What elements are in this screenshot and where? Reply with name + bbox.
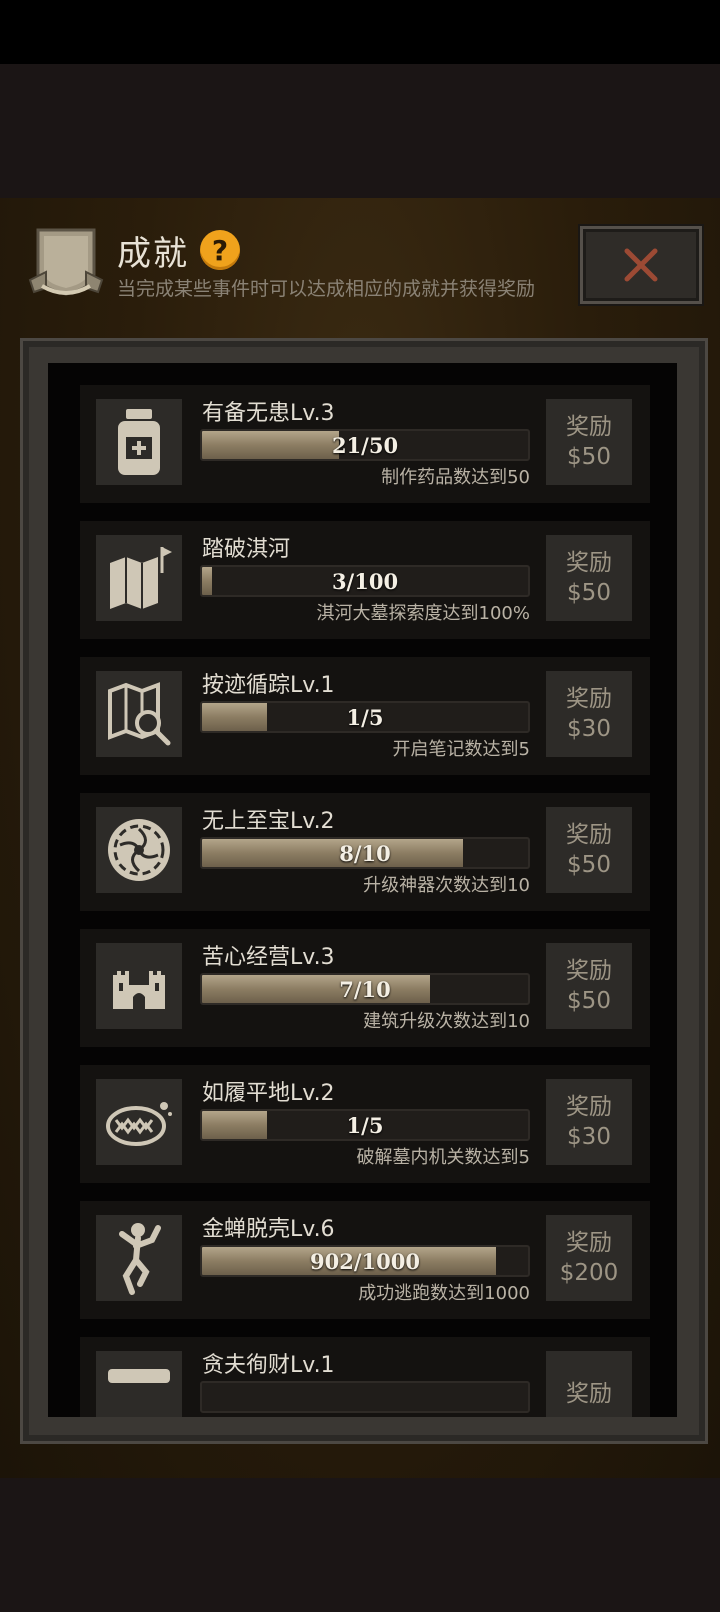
achievement-name: 贪夫徇财Lv.1 xyxy=(202,1353,335,1378)
achievement-list-frame: 有备无患Lv.3 21/50 制作药品数达到50 奖励 $50 踏破淇河 3/1… xyxy=(20,338,708,1444)
reward-button[interactable]: 奖励 $200 xyxy=(546,1215,632,1301)
progress-bar: 7/10 xyxy=(200,973,530,1005)
achievement-card: 有备无患Lv.3 21/50 制作药品数达到50 奖励 $50 xyxy=(80,385,650,503)
reward-button[interactable]: 奖励 $50 xyxy=(546,943,632,1029)
chest-icon xyxy=(96,1351,182,1417)
trap-icon xyxy=(96,1079,182,1165)
progress-bar: 3/100 xyxy=(200,565,530,597)
achievement-name: 金蝉脱壳Lv.6 xyxy=(202,1217,335,1242)
achievement-description: 制作药品数达到50 xyxy=(381,467,530,488)
dim-overlay-bottom[interactable] xyxy=(0,1478,720,1612)
reward-label: 奖励 xyxy=(566,1230,612,1256)
progress-text: 1/5 xyxy=(346,704,384,730)
running-figure-icon xyxy=(96,1215,182,1301)
achievement-card: 按迹循踪Lv.1 1/5 开启笔记数达到5 奖励 $30 xyxy=(80,657,650,775)
reward-value: $200 xyxy=(559,1260,619,1286)
progress-bar xyxy=(200,1381,530,1413)
ornament-disc-icon xyxy=(96,807,182,893)
reward-value: $50 xyxy=(567,580,611,606)
achievement-list[interactable]: 有备无患Lv.3 21/50 制作药品数达到50 奖励 $50 踏破淇河 3/1… xyxy=(48,363,677,1417)
achievement-description: 开启笔记数达到5 xyxy=(392,739,530,760)
achievement-name: 苦心经营Lv.3 xyxy=(202,945,335,970)
achievement-card: 苦心经营Lv.3 7/10 建筑升级次数达到10 奖励 $50 xyxy=(80,929,650,1047)
achievement-name: 有备无患Lv.3 xyxy=(202,401,335,426)
progress-text xyxy=(202,1383,528,1411)
achievement-description: 成功逃跑数达到1000 xyxy=(358,1283,530,1304)
reward-label: 奖励 xyxy=(566,822,612,848)
reward-button[interactable]: 奖励 $30 xyxy=(546,671,632,757)
achievement-card: 踏破淇河 3/100 淇河大墓探索度达到100% 奖励 $50 xyxy=(80,521,650,639)
progress-bar: 21/50 xyxy=(200,429,530,461)
reward-label: 奖励 xyxy=(566,1094,612,1120)
status-bar xyxy=(0,0,720,64)
page-title: 成就 xyxy=(117,234,189,274)
achievement-description: 建筑升级次数达到10 xyxy=(363,1011,530,1032)
progress-bar: 1/5 xyxy=(200,1109,530,1141)
achievement-card: 金蝉脱壳Lv.6 902/1000 成功逃跑数达到1000 奖励 $200 xyxy=(80,1201,650,1319)
reward-label: 奖励 xyxy=(566,1381,612,1407)
progress-text: 3/100 xyxy=(331,568,399,594)
progress-bar: 902/1000 xyxy=(200,1245,530,1277)
medicine-bottle-icon xyxy=(96,399,182,485)
reward-value: $30 xyxy=(567,1124,611,1150)
reward-label: 奖励 xyxy=(566,550,612,576)
reward-value: $30 xyxy=(567,716,611,742)
progress-bar: 8/10 xyxy=(200,837,530,869)
achievement-description: 升级神器次数达到10 xyxy=(363,875,530,896)
castle-icon xyxy=(96,943,182,1029)
map-search-icon xyxy=(96,671,182,757)
close-button[interactable] xyxy=(580,226,702,304)
reward-value: $50 xyxy=(567,444,611,470)
reward-value: $50 xyxy=(567,988,611,1014)
achievement-name: 无上至宝Lv.2 xyxy=(202,809,335,834)
reward-label: 奖励 xyxy=(566,686,612,712)
progress-text: 21/50 xyxy=(331,432,399,458)
page-subtitle: 当完成某些事件时可以达成相应的成就并获得奖励 xyxy=(117,278,536,300)
achievement-description: 淇河大墓探索度达到100% xyxy=(316,603,530,624)
reward-button[interactable]: 奖励 $30 xyxy=(546,1079,632,1165)
progress-text: 1/5 xyxy=(346,1112,384,1138)
reward-button[interactable]: 奖励 $50 xyxy=(546,535,632,621)
reward-button[interactable]: 奖励 $50 xyxy=(546,807,632,893)
reward-label: 奖励 xyxy=(566,414,612,440)
map-flag-icon xyxy=(96,535,182,621)
achievement-card: 无上至宝Lv.2 8/10 升级神器次数达到10 奖励 $50 xyxy=(80,793,650,911)
dim-overlay-top[interactable] xyxy=(0,64,720,198)
achievement-name: 踏破淇河 xyxy=(202,537,291,562)
achievement-name: 按迹循踪Lv.1 xyxy=(202,673,335,698)
achievement-card: 贪夫徇财Lv.1 奖励 xyxy=(80,1337,650,1417)
reward-button[interactable]: 奖励 $50 xyxy=(546,399,632,485)
progress-text: 8/10 xyxy=(339,840,391,866)
reward-button[interactable]: 奖励 xyxy=(546,1351,632,1417)
progress-text: 7/10 xyxy=(339,976,391,1002)
reward-value: $50 xyxy=(567,852,611,878)
achievements-panel: 成就 ? 当完成某些事件时可以达成相应的成就并获得奖励 有备无患Lv.3 21/… xyxy=(0,198,720,1478)
close-icon xyxy=(624,248,658,282)
achievement-card: 如履平地Lv.2 1/5 破解墓内机关数达到5 奖励 $30 xyxy=(80,1065,650,1183)
progress-text: 902/1000 xyxy=(310,1248,420,1274)
progress-bar: 1/5 xyxy=(200,701,530,733)
help-icon[interactable]: ? xyxy=(200,230,240,270)
achievement-name: 如履平地Lv.2 xyxy=(202,1081,335,1106)
reward-label: 奖励 xyxy=(566,958,612,984)
achievement-description: 破解墓内机关数达到5 xyxy=(356,1147,530,1168)
shield-emblem-icon xyxy=(28,222,104,302)
